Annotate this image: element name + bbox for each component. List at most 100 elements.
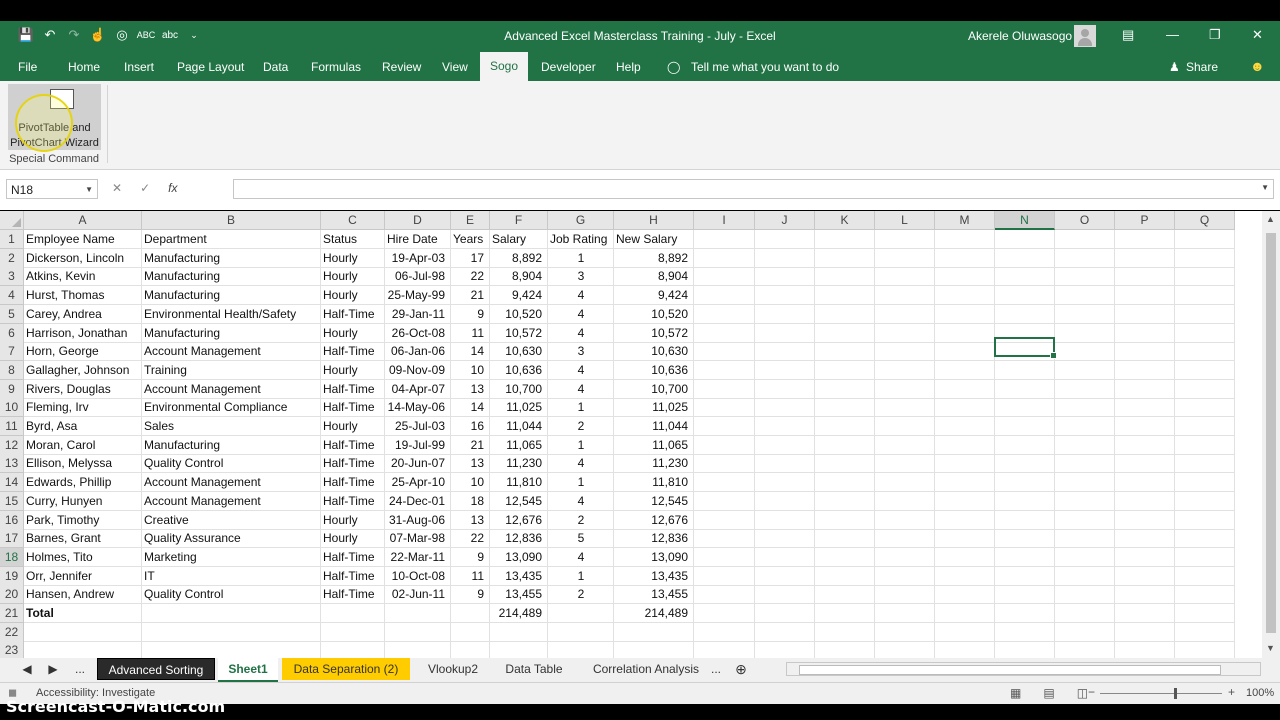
cell-value-b18[interactable]: Marketing <box>142 548 321 567</box>
sheet-tabs-ellipsis[interactable]: ... <box>72 658 88 680</box>
select-all-button[interactable] <box>0 211 24 230</box>
cell-l9[interactable] <box>875 379 935 399</box>
cell-value-b5[interactable]: Environmental Health/Safety <box>142 305 321 324</box>
page-break-view-icon[interactable]: ◫ <box>1077 686 1088 700</box>
cell-value-a19[interactable]: Orr, Jennifer <box>24 567 142 586</box>
cell-m19[interactable] <box>935 566 995 586</box>
cell-value-e20[interactable]: 9 <box>451 585 490 604</box>
column-header-i[interactable]: I <box>694 211 755 230</box>
cell-value-c1[interactable]: Status <box>321 230 385 249</box>
cell-f22[interactable] <box>490 622 548 642</box>
cell-value-f1[interactable]: Salary <box>490 230 548 249</box>
cell-q16[interactable] <box>1175 510 1235 530</box>
cell-value-g10[interactable]: 1 <box>548 398 614 417</box>
cell-m5[interactable] <box>935 304 995 324</box>
cell-j22[interactable] <box>755 622 815 642</box>
cell-i6[interactable] <box>694 323 755 343</box>
cell-q21[interactable] <box>1175 604 1235 623</box>
cell-m2[interactable] <box>935 248 995 268</box>
cell-n18[interactable] <box>995 547 1055 567</box>
cell-i1[interactable] <box>694 230 755 249</box>
cell-l17[interactable] <box>875 529 935 549</box>
row-header-8[interactable]: 8 <box>0 360 24 380</box>
cell-value-h4[interactable]: 9,424 <box>614 286 694 305</box>
cell-g23[interactable] <box>548 641 614 658</box>
cell-e22[interactable] <box>451 622 490 642</box>
prev-sheet-icon[interactable]: ◀ <box>20 658 34 680</box>
cell-p23[interactable] <box>1115 641 1175 658</box>
cell-c21[interactable] <box>321 604 385 623</box>
cell-k17[interactable] <box>815 529 875 549</box>
cell-l12[interactable] <box>875 435 935 455</box>
cell-value-b6[interactable]: Manufacturing <box>142 324 321 343</box>
scroll-down-icon[interactable]: ▼ <box>1266 643 1275 653</box>
cell-value-g12[interactable]: 1 <box>548 436 614 455</box>
cell-value-c3[interactable]: Hourly <box>321 267 385 286</box>
formula-input[interactable]: ▼ <box>233 179 1274 199</box>
cell-k10[interactable] <box>815 398 875 418</box>
cell-l6[interactable] <box>875 323 935 343</box>
tab-help[interactable]: Help <box>616 60 641 74</box>
cell-value-d10[interactable]: 14-May-06 <box>385 398 451 417</box>
cell-o23[interactable] <box>1055 641 1115 658</box>
cell-n23[interactable] <box>995 641 1055 658</box>
cell-q20[interactable] <box>1175 585 1235 605</box>
row-header-1[interactable]: 1 <box>0 230 24 249</box>
tab-insert[interactable]: Insert <box>124 60 154 74</box>
more-sheets-ellipsis[interactable]: ... <box>708 658 724 680</box>
cell-k16[interactable] <box>815 510 875 530</box>
cell-value-a11[interactable]: Byrd, Asa <box>24 417 142 436</box>
cell-value-c18[interactable]: Half-Time <box>321 548 385 567</box>
cell-o22[interactable] <box>1055 622 1115 642</box>
cell-value-b14[interactable]: Account Management <box>142 473 321 492</box>
cell-m16[interactable] <box>935 510 995 530</box>
cell-o3[interactable] <box>1055 267 1115 287</box>
cell-value-h19[interactable]: 13,435 <box>614 567 694 586</box>
cell-i2[interactable] <box>694 248 755 268</box>
cell-q17[interactable] <box>1175 529 1235 549</box>
cell-value-g14[interactable]: 1 <box>548 473 614 492</box>
cell-e23[interactable] <box>451 641 490 658</box>
cell-j19[interactable] <box>755 566 815 586</box>
cell-j2[interactable] <box>755 248 815 268</box>
column-header-k[interactable]: K <box>815 211 875 230</box>
cell-j4[interactable] <box>755 286 815 306</box>
cell-k15[interactable] <box>815 491 875 511</box>
cell-m23[interactable] <box>935 641 995 658</box>
cell-n9[interactable] <box>995 379 1055 399</box>
cell-o17[interactable] <box>1055 529 1115 549</box>
cell-value-e7[interactable]: 14 <box>451 342 490 361</box>
cell-value-d19[interactable]: 10-Oct-08 <box>385 567 451 586</box>
row-header-9[interactable]: 9 <box>0 379 24 399</box>
share-icon[interactable]: ♟ <box>1169 60 1180 74</box>
cell-value-b7[interactable]: Account Management <box>142 342 321 361</box>
cell-c23[interactable] <box>321 641 385 658</box>
row-header-18[interactable]: 18 <box>0 547 24 567</box>
tab-formulas[interactable]: Formulas <box>311 60 361 74</box>
cell-value-e17[interactable]: 22 <box>451 529 490 548</box>
cell-value-c9[interactable]: Half-Time <box>321 380 385 399</box>
cell-k18[interactable] <box>815 547 875 567</box>
cell-h23[interactable] <box>614 641 694 658</box>
cell-k7[interactable] <box>815 342 875 362</box>
cell-l10[interactable] <box>875 398 935 418</box>
cell-value-g2[interactable]: 1 <box>548 249 614 268</box>
cell-q1[interactable] <box>1175 230 1235 249</box>
cell-n5[interactable] <box>995 304 1055 324</box>
row-header-13[interactable]: 13 <box>0 454 24 474</box>
cell-k5[interactable] <box>815 304 875 324</box>
zoom-slider-thumb[interactable] <box>1174 688 1177 699</box>
cell-value-h7[interactable]: 10,630 <box>614 342 694 361</box>
cell-value-c14[interactable]: Half-Time <box>321 473 385 492</box>
tab-page-layout[interactable]: Page Layout <box>177 60 244 74</box>
tab-developer[interactable]: Developer <box>541 60 596 74</box>
cell-p18[interactable] <box>1115 547 1175 567</box>
cell-l13[interactable] <box>875 454 935 474</box>
cell-value-c2[interactable]: Hourly <box>321 249 385 268</box>
cell-p1[interactable] <box>1115 230 1175 249</box>
cell-value-f13[interactable]: 11,230 <box>490 454 548 473</box>
cell-i16[interactable] <box>694 510 755 530</box>
row-header-4[interactable]: 4 <box>0 286 24 306</box>
cell-value-f2[interactable]: 8,892 <box>490 249 548 268</box>
cell-value-c11[interactable]: Hourly <box>321 417 385 436</box>
